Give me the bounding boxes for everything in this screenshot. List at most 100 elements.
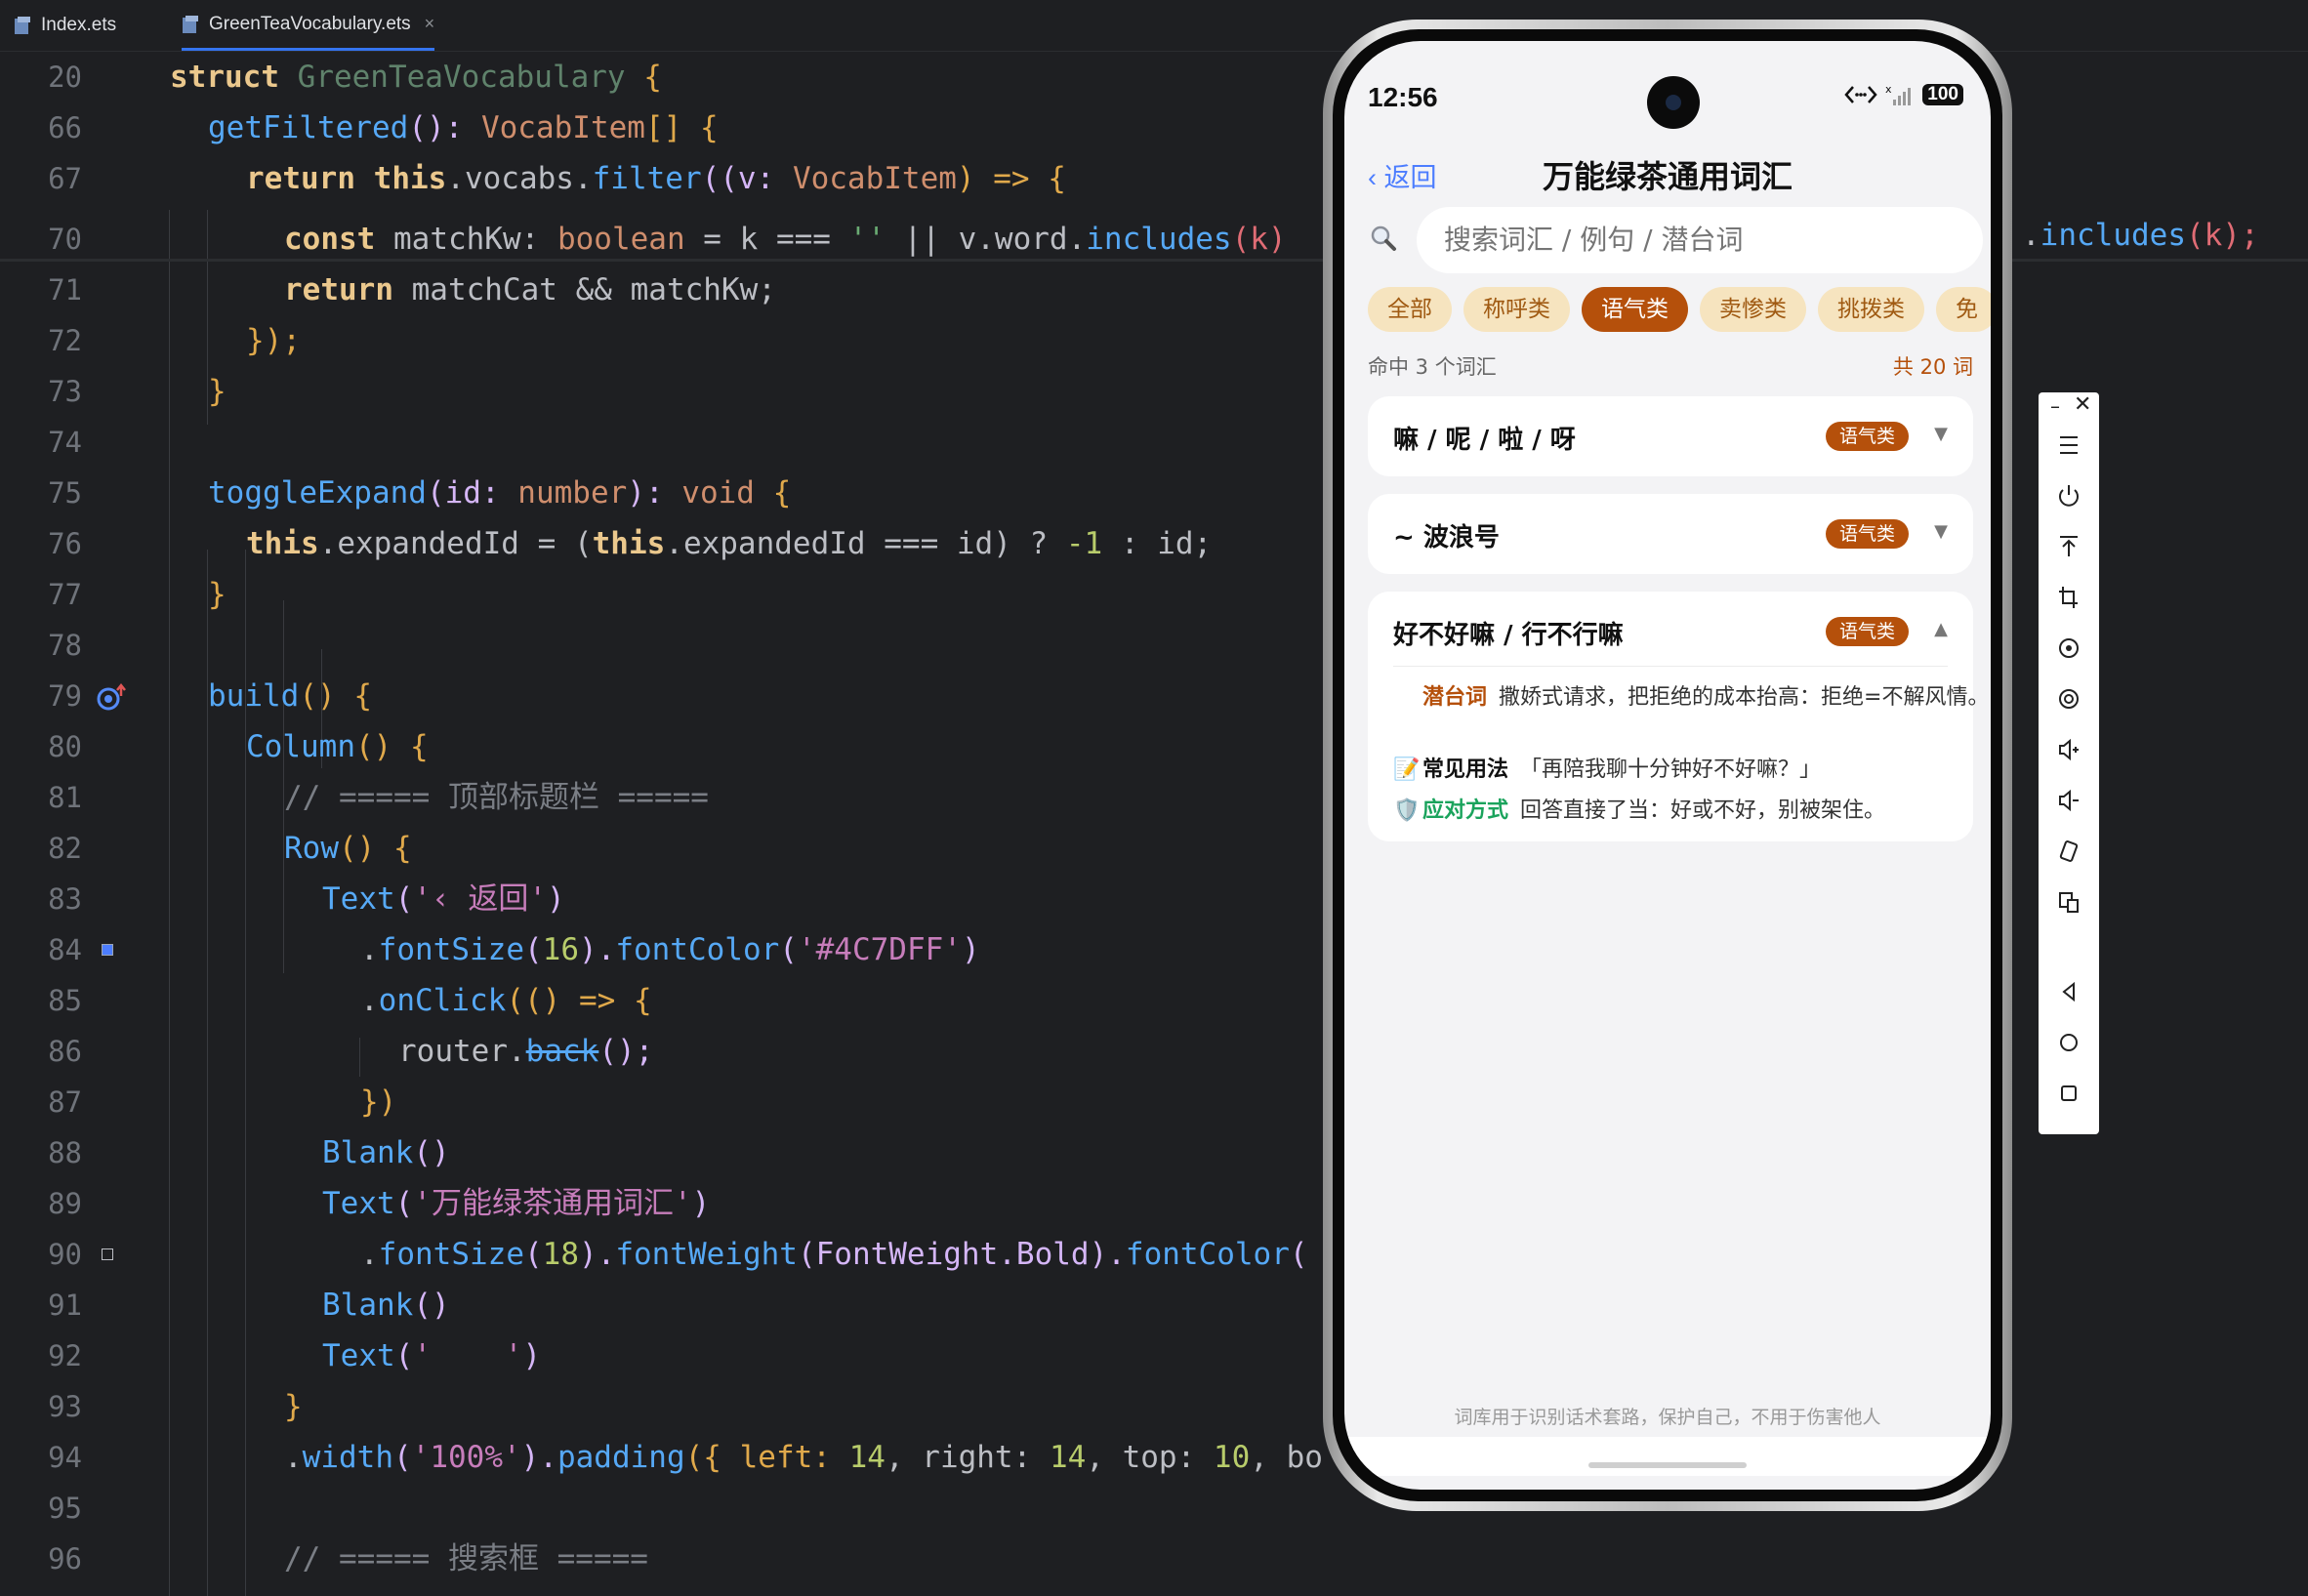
vocab-title: 嘛 / 呢 / 啦 / 呀 <box>1393 426 1576 455</box>
close-icon[interactable]: × <box>425 14 435 34</box>
line-number: 88 <box>48 1136 82 1169</box>
chip-more[interactable]: 免 <box>1936 287 1991 332</box>
vocab-card[interactable]: ~ 波浪号 语气类 ▼ <box>1368 494 1973 574</box>
category-chips: 全部 称呼类 语气类 卖惨类 挑拨类免 <box>1368 287 1991 334</box>
divider <box>1393 666 1948 667</box>
chevron-down-icon[interactable]: ▼ <box>1934 424 1948 444</box>
line-number: 67 <box>48 162 82 195</box>
pin-top-icon[interactable] <box>2039 533 2099 560</box>
search-row <box>1368 207 1983 273</box>
memo-icon: 📝 <box>1393 757 1421 782</box>
power-icon[interactable] <box>2039 482 2099 510</box>
hit-count: 命中 3 个词汇 <box>1368 355 1497 379</box>
back-button[interactable]: ‹ 返回 <box>1368 156 1437 194</box>
tab-greentea-ets[interactable]: GreenTeaVocabulary.ets × <box>182 0 435 51</box>
rotate-icon[interactable] <box>2039 634 2099 662</box>
line-number: 74 <box>48 426 82 459</box>
line-number: 81 <box>48 781 82 814</box>
search-input[interactable] <box>1444 207 1971 273</box>
page-title: 万能绿茶通用词汇 <box>1542 158 1793 195</box>
line-number: 70 <box>48 223 82 256</box>
volume-up-icon[interactable] <box>2039 736 2099 763</box>
line-number: 80 <box>48 730 82 763</box>
line-number: 83 <box>48 882 82 916</box>
phone-screen[interactable]: 12:56 x 100 万能绿茶通用词汇 ‹ 返回 全部称呼类语气类卖 <box>1344 41 1991 1490</box>
line-number: 72 <box>48 324 82 357</box>
line-number: 76 <box>48 527 82 560</box>
emulator-toolbar: – ✕ <box>2039 392 2099 1134</box>
battery-indicator: 100 <box>1922 84 1963 105</box>
line-number: 90 <box>48 1238 82 1271</box>
speech-bubble-icon: 💬 <box>1393 685 1417 711</box>
footer-note: 词库用于识别话术套路，保护自己，不用于伤害他人 <box>1454 1407 1881 1428</box>
code-line: 96 // ===== 搜索框 ===== <box>0 1534 2308 1584</box>
color-swatch-icon[interactable] <box>102 944 113 956</box>
line-number: 71 <box>48 273 82 307</box>
recents-icon[interactable] <box>2039 1080 2099 1107</box>
vocab-card[interactable]: 嘛 / 呢 / 啦 / 呀 语气类 ▼ <box>1368 396 1973 476</box>
usage-row: 📝 常见用法 「再陪我聊十分钟好不好嘛？」 <box>1393 757 1959 783</box>
detail-text: 撒娇式请求，把拒绝的成本抬高：拒绝=不解风情。 <box>1499 685 1990 710</box>
home-strip <box>1344 1437 1991 1476</box>
close-icon[interactable]: ✕ <box>2074 392 2091 417</box>
detail-label: 潜台词 <box>1422 685 1488 710</box>
result-count-row: 命中 3 个词汇 共 20 词 <box>1368 351 1973 381</box>
line-number: 87 <box>48 1085 82 1119</box>
status-time: 12:56 <box>1368 82 1438 112</box>
line-number: 75 <box>48 476 82 510</box>
detail-label: 常见用法 <box>1422 757 1509 782</box>
multi-device-icon[interactable] <box>2039 888 2099 916</box>
phone-bezel: 12:56 x 100 万能绿茶通用词汇 ‹ 返回 全部称呼类语气类卖 <box>1333 29 2002 1501</box>
chip-tone[interactable]: 语气类 <box>1582 287 1688 332</box>
data-transfer-icon <box>1844 86 1877 103</box>
chip-provoke[interactable]: 挑拨类 <box>1818 287 1924 332</box>
shake-icon[interactable] <box>2039 838 2099 865</box>
chip-address[interactable]: 称呼类 <box>1463 287 1570 332</box>
detail-label: 应对方式 <box>1422 798 1509 823</box>
home-nav-icon[interactable] <box>2039 1029 2099 1056</box>
line-number: 79 <box>48 679 82 713</box>
back-nav-icon[interactable] <box>2039 978 2099 1005</box>
color-swatch-icon[interactable] <box>102 1248 113 1260</box>
volume-down-icon[interactable] <box>2039 787 2099 814</box>
status-bar: 12:56 x 100 <box>1344 41 1991 129</box>
chip-pity[interactable]: 卖惨类 <box>1700 287 1806 332</box>
category-tag: 语气类 <box>1825 617 1909 646</box>
line-number: 95 <box>48 1492 82 1525</box>
no-signal-icon: x <box>1885 84 1912 105</box>
phone-emulator-frame: 12:56 x 100 万能绿茶通用词汇 ‹ 返回 全部称呼类语气类卖 <box>1323 20 2012 1511</box>
tab-index-ets[interactable]: Index.ets <box>14 0 116 51</box>
minimize-icon[interactable]: – <box>2050 394 2060 418</box>
line-number: 89 <box>48 1187 82 1220</box>
override-gutter-icon[interactable] <box>96 682 129 714</box>
tab-label: Index.ets <box>41 15 117 35</box>
chevron-down-icon[interactable]: ▼ <box>1934 521 1948 542</box>
file-icon <box>15 17 30 34</box>
line-number: 73 <box>48 375 82 408</box>
line-number: 93 <box>48 1390 82 1423</box>
category-tag: 语气类 <box>1825 422 1909 451</box>
category-tag: 语气类 <box>1825 519 1909 549</box>
line-number: 66 <box>48 111 82 144</box>
chip-all[interactable]: 全部 <box>1368 287 1452 332</box>
code-overflow: .includes(k); <box>2022 218 2259 253</box>
home-indicator[interactable] <box>1588 1462 1747 1468</box>
crop-icon[interactable] <box>2039 584 2099 611</box>
line-number: 77 <box>48 578 82 611</box>
detail-text: 回答直接了当：好或不好，别被架住。 <box>1520 798 1886 823</box>
search-box[interactable] <box>1417 207 1983 273</box>
search-icon <box>1371 225 1396 251</box>
subtext-row: 💬潜台词撒娇式请求，把拒绝的成本抬高：拒绝=不解风情。 <box>1393 685 1991 711</box>
screenshot-icon[interactable] <box>2039 685 2099 713</box>
vocab-title: ~ 波浪号 <box>1393 523 1500 552</box>
line-number: 86 <box>48 1035 82 1068</box>
line-number: 96 <box>48 1542 82 1576</box>
line-number: 20 <box>48 61 82 94</box>
svg-text:x: x <box>1885 84 1892 96</box>
menu-icon[interactable] <box>2039 431 2099 459</box>
vocab-card-expanded[interactable]: 好不好嘛 / 行不行嘛 语气类 ▲ 💬潜台词撒娇式请求，把拒绝的成本抬高：拒绝=… <box>1368 592 1989 841</box>
tab-label: GreenTeaVocabulary.ets <box>209 13 411 34</box>
file-icon <box>183 15 198 33</box>
chevron-up-icon[interactable]: ▲ <box>1934 619 1948 639</box>
line-number: 94 <box>48 1441 82 1474</box>
